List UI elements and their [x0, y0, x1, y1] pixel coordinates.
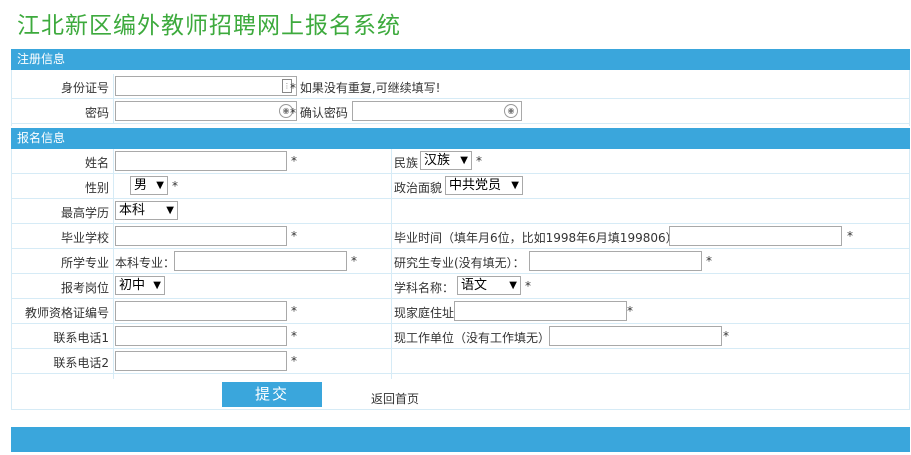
row-password: 密码 ◉ * 确认密码 ◉: [12, 99, 909, 124]
address-label: 现家庭住址: [394, 306, 455, 320]
phone2-label: 联系电话2: [53, 356, 109, 370]
page-title: 江北新区编外教师招聘网上报名系统: [17, 13, 401, 39]
required-mark: *: [706, 254, 712, 268]
required-mark: *: [291, 154, 297, 168]
ethnicity-select[interactable]: 汉族 ▼: [420, 151, 472, 170]
subject-select[interactable]: 语文 ▼: [457, 276, 521, 295]
chevron-down-icon: ▼: [511, 180, 519, 191]
education-select[interactable]: 本科 ▼: [115, 201, 178, 220]
chevron-down-icon: ▼: [153, 280, 161, 291]
political-label: 政治面貌: [394, 181, 443, 195]
education-value: 本科: [119, 203, 146, 218]
required-mark: *: [291, 329, 297, 343]
required-mark: *: [627, 304, 633, 318]
required-mark: *: [525, 279, 531, 293]
register-form: 身份证号 ⋮ * 如果没有重复,可继续填写! 密码 ◉ * 确认密码 ◉: [11, 70, 910, 126]
required-mark: *: [172, 179, 178, 193]
gender-value: 男: [134, 178, 148, 193]
grad-major-label: 研究生专业(没有填无）：: [394, 256, 525, 270]
footer-bar: [11, 427, 910, 452]
password-label: 密码: [84, 106, 109, 120]
back-home-link[interactable]: 返回首页: [371, 390, 419, 407]
required-mark: *: [723, 329, 729, 343]
required-mark: *: [847, 229, 853, 243]
cert-input[interactable]: [115, 301, 287, 321]
required-mark: *: [291, 229, 297, 243]
major-label: 所学专业: [60, 256, 109, 270]
password-input[interactable]: ◉: [115, 101, 297, 121]
id-number-input[interactable]: ⋮: [115, 76, 297, 96]
chevron-down-icon: ▼: [156, 180, 164, 191]
political-select[interactable]: 中共党员 ▼: [445, 176, 523, 195]
gender-label: 性别: [84, 181, 109, 195]
name-input[interactable]: [115, 151, 287, 171]
section-header-register: 注册信息: [11, 49, 910, 70]
required-mark: *: [291, 304, 297, 318]
education-label: 最高学历: [60, 206, 109, 220]
phone1-input[interactable]: [115, 326, 287, 346]
confirm-password-input[interactable]: ◉: [352, 101, 522, 121]
required-mark: *: [476, 154, 482, 168]
political-value: 中共党员: [449, 178, 502, 193]
id-number-label: 身份证号: [60, 81, 109, 95]
address-input[interactable]: [454, 301, 627, 321]
phone2-input[interactable]: [115, 351, 287, 371]
grad-major-input[interactable]: [529, 251, 702, 271]
required-mark: *: [291, 354, 297, 368]
ethnicity-value: 汉族: [424, 153, 451, 168]
id-number-hint: * 如果没有重复,可继续填写!: [290, 81, 441, 95]
school-label: 毕业学校: [60, 231, 109, 245]
chevron-down-icon: ▼: [509, 280, 517, 291]
name-label: 姓名: [84, 156, 109, 170]
grad-time-label: 毕业时间（填年月6位，比如1998年6月填199806）: [394, 231, 678, 245]
school-input[interactable]: [115, 226, 287, 246]
cert-label: 教师资格证编号: [24, 306, 109, 320]
workplace-label: 现工作单位（没有工作填无）: [394, 331, 551, 345]
chevron-down-icon: ▼: [166, 205, 174, 216]
grad-time-input[interactable]: [669, 226, 842, 246]
submit-button[interactable]: 提交: [222, 382, 322, 407]
section-header-apply: 报名信息: [11, 128, 910, 149]
workplace-input[interactable]: [549, 326, 722, 346]
row-id-number: 身份证号 ⋮ * 如果没有重复,可继续填写!: [12, 74, 909, 99]
undergrad-major-input[interactable]: [174, 251, 347, 271]
undergrad-major-label: 本科专业：: [115, 256, 176, 270]
subject-value: 语文: [461, 278, 488, 293]
position-value: 初中: [119, 278, 146, 293]
ethnicity-label: 民族: [394, 156, 419, 170]
chevron-down-icon: ▼: [460, 155, 468, 166]
subject-label: 学科名称：: [394, 281, 455, 295]
apply-form: 姓名 * 民族 汉族 ▼ * 性别 男 ▼ * 政治面貌 中共党员 ▼ 最高学历…: [11, 149, 910, 410]
password-reveal-icon[interactable]: ◉: [504, 104, 518, 118]
phone1-label: 联系电话1: [53, 331, 109, 345]
gender-select[interactable]: 男 ▼: [130, 176, 168, 195]
confirm-password-label: * 确认密码: [290, 106, 348, 120]
position-select[interactable]: 初中 ▼: [115, 276, 165, 295]
required-mark: *: [351, 254, 357, 268]
position-label: 报考岗位: [60, 281, 109, 295]
